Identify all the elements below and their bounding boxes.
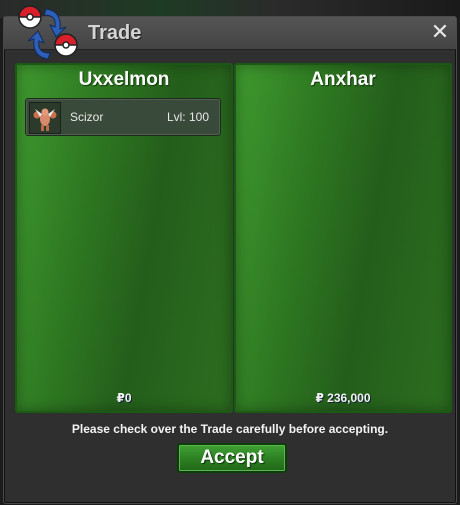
accept-button[interactable]: Accept — [177, 443, 287, 473]
window-title: Trade — [88, 22, 142, 44]
right-trade-panel: Anxhar ₽ 236,000 — [234, 63, 452, 413]
pokemon-level: Lvl: 100 — [166, 110, 209, 124]
right-money-offer: ₽ 236,000 — [315, 391, 371, 405]
left-trade-panel: Uxxelmon Scizor Lvl: 100 ₽0 — [15, 63, 233, 413]
trade-warning-text: Please check over the Trade carefully be… — [71, 422, 389, 436]
left-money-offer: ₽0 — [116, 391, 132, 405]
trade-window: Trade ✕ Uxxelmon Scizor Lvl: 100 ₽0 Anxh… — [3, 5, 457, 504]
close-icon[interactable]: ✕ — [428, 20, 452, 44]
right-trainer-name: Anxhar — [310, 69, 376, 90]
scizor-sprite-icon — [29, 102, 61, 134]
offered-pokemon-item[interactable]: Scizor Lvl: 100 — [25, 98, 221, 136]
left-trainer-name: Uxxelmon — [78, 69, 170, 90]
trade-swap-icon — [18, 5, 78, 60]
pokemon-name: Scizor — [70, 110, 104, 124]
